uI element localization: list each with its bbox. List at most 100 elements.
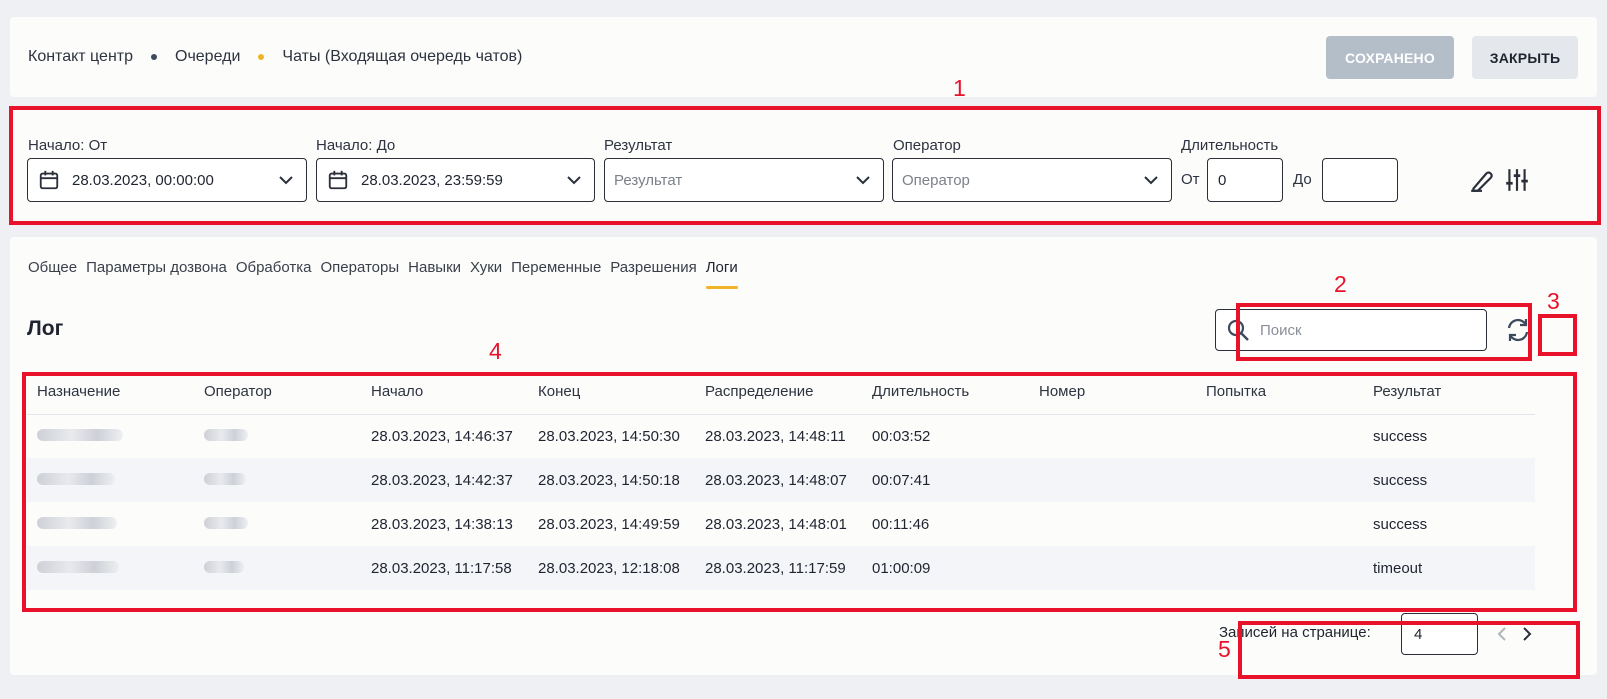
header-bar: Контакт центр Очереди Чаты (Входящая оче… bbox=[10, 17, 1597, 97]
cell-operator-redacted bbox=[194, 546, 361, 590]
chevron-left-icon[interactable] bbox=[1494, 626, 1510, 642]
cell-destination-redacted bbox=[27, 502, 194, 546]
column-header[interactable]: Начало bbox=[361, 370, 528, 415]
cell-start: 28.03.2023, 11:17:58 bbox=[361, 546, 528, 590]
column-header[interactable]: Попытка bbox=[1196, 370, 1363, 415]
cell-end: 28.03.2023, 14:49:59 bbox=[538, 515, 680, 533]
redacted-text bbox=[37, 560, 119, 573]
cell-operator-redacted bbox=[194, 458, 361, 502]
column-header[interactable]: Результат bbox=[1363, 370, 1535, 415]
column-header[interactable]: Оператор bbox=[194, 370, 361, 415]
cell-start: 28.03.2023, 14:38:13 bbox=[371, 515, 513, 533]
search-input[interactable]: Поиск bbox=[1215, 309, 1487, 351]
cell-distribution: 28.03.2023, 14:48:07 bbox=[695, 458, 862, 502]
chevron-down-icon[interactable] bbox=[1143, 172, 1159, 188]
column-header[interactable]: Распределение bbox=[695, 370, 862, 415]
column-header[interactable]: Длительность bbox=[862, 370, 1029, 415]
search-icon bbox=[1227, 319, 1249, 341]
close-button[interactable]: ЗАКРЫТЬ bbox=[1472, 36, 1578, 79]
redacted-text bbox=[204, 472, 246, 485]
cell-start: 28.03.2023, 14:46:37 bbox=[371, 427, 513, 445]
duration-label: Длительность bbox=[1181, 137, 1279, 154]
records-per-page-label: Записей на странице: bbox=[1219, 624, 1371, 641]
redacted-text bbox=[204, 428, 248, 441]
tab-operators[interactable]: Операторы bbox=[320, 259, 399, 276]
tab-variables[interactable]: Переменные bbox=[511, 259, 601, 276]
tab-bar: Общее Параметры дозвона Обработка Операт… bbox=[28, 259, 747, 289]
cell-result: timeout bbox=[1363, 546, 1535, 590]
cell-duration: 00:11:46 bbox=[872, 515, 930, 533]
breadcrumb-separator-dot bbox=[151, 54, 157, 60]
refresh-icon[interactable] bbox=[1504, 316, 1532, 344]
tab-permissions[interactable]: Разрешения bbox=[610, 259, 696, 276]
cell-duration: 00:07:41 bbox=[862, 458, 1029, 502]
start-to-label: Начало: До bbox=[316, 137, 396, 154]
cell-number bbox=[1029, 414, 1196, 458]
chevron-down-icon[interactable] bbox=[855, 172, 871, 188]
cell-end: 28.03.2023, 14:50:18 bbox=[528, 458, 695, 502]
cell-operator-redacted bbox=[194, 502, 361, 546]
column-header[interactable]: Назначение bbox=[27, 370, 194, 415]
cell-destination-redacted bbox=[27, 546, 194, 590]
cell-result: success bbox=[1373, 515, 1428, 533]
cell-result: success bbox=[1373, 427, 1428, 445]
section-title: Лог bbox=[27, 317, 64, 340]
filter-settings-icon[interactable] bbox=[1504, 167, 1530, 193]
duration-from-input[interactable]: 0 bbox=[1207, 158, 1283, 202]
table-row[interactable]: 28.03.2023, 14:46:37 28.03.2023, 14:50:3… bbox=[27, 414, 1535, 458]
cell-attempt bbox=[1196, 502, 1363, 546]
tab-skills[interactable]: Навыки bbox=[408, 259, 461, 276]
tab-logs[interactable]: Логи bbox=[705, 259, 738, 289]
redacted-text bbox=[37, 516, 117, 529]
duration-from-label: От bbox=[1181, 171, 1200, 188]
cell-duration: 00:03:52 bbox=[872, 427, 931, 445]
chevron-down-icon[interactable] bbox=[278, 172, 294, 188]
breadcrumb-item-current: Чаты (Входящая очередь чатов) bbox=[282, 48, 523, 65]
start-to-picker[interactable]: 28.03.2023, 23:59:59 bbox=[316, 158, 595, 202]
duration-to-input[interactable] bbox=[1322, 158, 1398, 202]
tab-processing[interactable]: Обработка bbox=[236, 259, 312, 276]
table-row[interactable]: 28.03.2023, 14:42:37 28.03.2023, 14:50:1… bbox=[27, 458, 1535, 502]
records-per-page-input[interactable]: 4 bbox=[1401, 613, 1478, 655]
cell-attempt bbox=[1196, 546, 1363, 590]
breadcrumb: Контакт центр Очереди Чаты (Входящая оче… bbox=[28, 17, 522, 97]
column-header[interactable]: Номер bbox=[1029, 370, 1196, 415]
start-from-value: 28.03.2023, 00:00:00 bbox=[72, 171, 214, 189]
cell-number bbox=[1029, 546, 1196, 590]
breadcrumb-item-contact-center[interactable]: Контакт центр bbox=[28, 48, 133, 66]
cell-result: success bbox=[1363, 458, 1535, 502]
records-per-page-value: 4 bbox=[1414, 625, 1423, 643]
table-header-row: Назначение Оператор Начало Конец Распред… bbox=[27, 370, 1535, 415]
chevron-down-icon[interactable] bbox=[566, 172, 582, 188]
cell-number bbox=[1029, 502, 1196, 546]
cell-start: 28.03.2023, 14:42:37 bbox=[361, 458, 528, 502]
redacted-text bbox=[37, 428, 123, 441]
table-row[interactable]: 28.03.2023, 11:17:58 28.03.2023, 12:18:0… bbox=[27, 546, 1535, 590]
duration-to-label: До bbox=[1293, 171, 1312, 188]
calendar-icon bbox=[328, 170, 348, 190]
cell-number bbox=[1029, 458, 1196, 502]
operator-select[interactable]: Оператор bbox=[892, 158, 1172, 202]
cell-attempt bbox=[1196, 458, 1363, 502]
tab-dial-params[interactable]: Параметры дозвона bbox=[86, 259, 227, 276]
start-from-picker[interactable]: 28.03.2023, 00:00:00 bbox=[27, 158, 307, 202]
tab-general[interactable]: Общее bbox=[28, 259, 77, 276]
annotation-number-5: 5 bbox=[1218, 636, 1231, 662]
redacted-text bbox=[204, 516, 248, 529]
start-from-label: Начало: От bbox=[28, 137, 108, 154]
cell-distribution: 28.03.2023, 11:17:59 bbox=[695, 546, 862, 590]
calendar-icon bbox=[39, 170, 59, 190]
result-select[interactable]: Результат bbox=[604, 158, 884, 202]
chevron-right-icon[interactable] bbox=[1519, 626, 1535, 642]
result-placeholder: Результат bbox=[614, 171, 683, 189]
cell-end: 28.03.2023, 12:18:08 bbox=[528, 546, 695, 590]
duration-from-value: 0 bbox=[1218, 171, 1227, 189]
table-row[interactable]: 28.03.2023, 14:38:13 28.03.2023, 14:49:5… bbox=[27, 502, 1535, 546]
redacted-text bbox=[204, 560, 244, 573]
eraser-icon[interactable] bbox=[1469, 167, 1495, 193]
tab-hooks[interactable]: Хуки bbox=[470, 259, 502, 276]
breadcrumb-item-queues[interactable]: Очереди bbox=[175, 48, 240, 66]
saved-button[interactable]: СОХРАНЕНО bbox=[1326, 36, 1454, 79]
column-header[interactable]: Конец bbox=[528, 370, 695, 415]
cell-operator-redacted bbox=[194, 414, 361, 458]
